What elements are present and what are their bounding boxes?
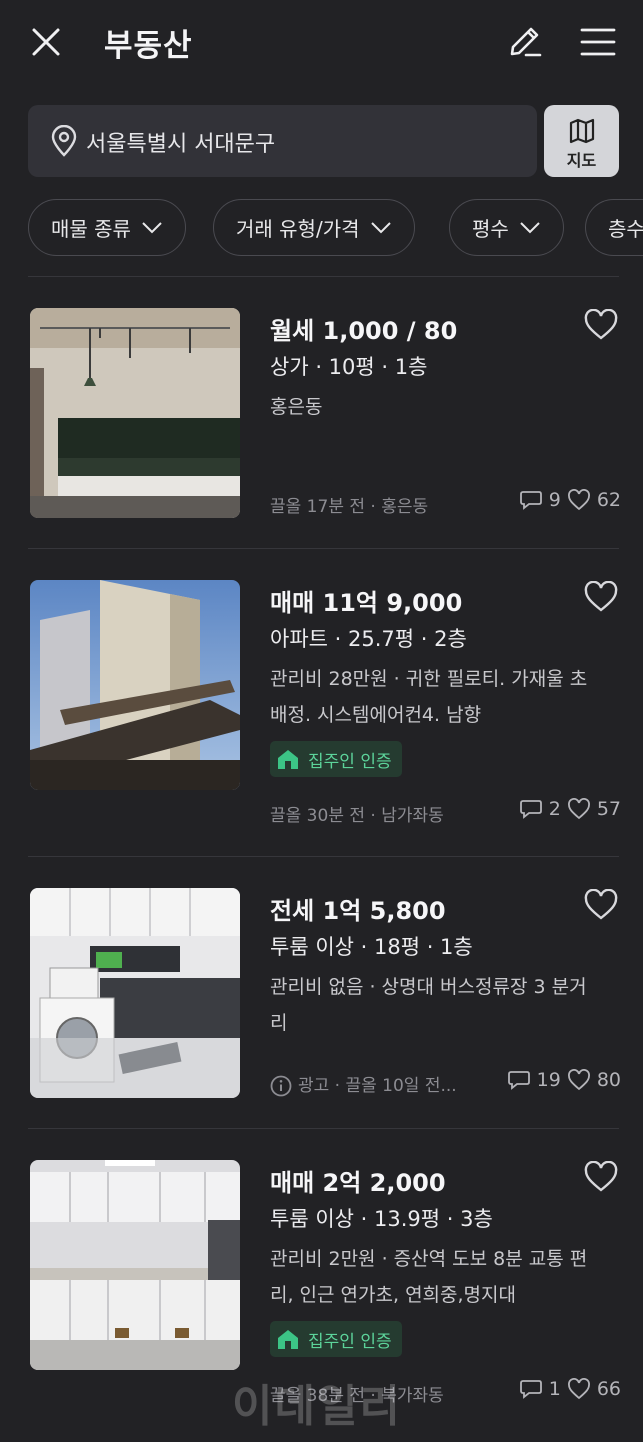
favorite-heart-icon[interactable] [583,309,619,341]
listing-desc: 관리비 2만원 · 증산역 도보 8분 교통 편리, 인근 연가초, 연희중,명… [270,1248,588,1306]
like-count: 57 [596,798,621,820]
heart-icon [567,1378,590,1400]
chat-icon [507,1071,530,1090]
chat-icon [519,1380,542,1399]
app-header: 부동산 [0,0,643,84]
filter-label: 거래 유형/가격 [236,217,360,241]
listing-stats: 1 66 [519,1378,621,1400]
favorite-heart-icon[interactable] [583,1161,619,1193]
listing-meta: 아파트 · 25.7평 · 2층 [270,627,467,651]
filter-area[interactable]: 평수 [449,199,564,256]
house-icon [278,750,298,769]
location-text: 서울특별시 서대문구 [86,132,276,157]
comment-count: 19 [536,1069,561,1091]
location-pin-icon [51,125,77,157]
listing-price: 매매 11억 9,000 [270,589,463,617]
divider [28,1128,619,1129]
house-icon [278,1330,298,1349]
chat-icon [519,800,542,819]
watermark: 이데일리 [232,1381,402,1432]
listing-footer: 끌올 17분 전 · 홍은동 [270,497,429,517]
like-count: 80 [596,1069,621,1091]
chevron-down-icon [370,221,391,233]
listing-stats: 19 80 [507,1069,621,1091]
listing-desc: 관리비 28만원 · 귀한 필로티. 가재울 초 배정. 시스템에어컨4. 남향 [270,668,588,726]
divider [28,276,619,277]
listing-meta: 투룸 이상 · 13.9평 · 3층 [270,1207,493,1231]
listing-photo [30,580,240,790]
chevron-down-icon [142,221,162,233]
heart-icon [567,489,590,511]
filter-floor[interactable]: 층수 [585,199,643,256]
listing-meta: 투룸 이상 · 18평 · 1층 [270,935,473,959]
chat-icon [519,491,542,510]
close-icon[interactable] [28,24,64,60]
favorite-heart-icon[interactable] [583,889,619,921]
listing-photo [30,888,240,1098]
comment-count: 9 [548,489,561,511]
listing-footer: 끌올 30분 전 · 남가좌동 [270,806,444,826]
listing-price: 전세 1억 5,800 [270,897,446,925]
listing-desc: 홍은동 [270,396,323,418]
favorite-heart-icon[interactable] [583,581,619,613]
menu-icon[interactable] [578,22,618,62]
listing-meta: 상가 · 10평 · 1층 [270,355,428,379]
map-label: 지도 [566,151,597,170]
owner-verified-badge: 집주인 인증 [270,1321,402,1357]
like-count: 66 [596,1378,621,1400]
owner-verified-badge: 집주인 인증 [270,741,402,777]
listing-photo [30,308,240,518]
badge-label: 집주인 인증 [308,751,392,772]
heart-icon [567,1069,590,1091]
chevron-down-icon [520,221,540,233]
filter-deal-type[interactable]: 거래 유형/가격 [213,199,415,256]
map-icon [569,118,595,144]
filter-label: 매물 종류 [51,217,131,241]
listing-footer: 광고 · 끌올 10일 전... [270,1071,457,1097]
map-button[interactable]: 지도 [544,105,619,177]
listing-stats: 9 62 [519,489,621,511]
listing-price: 매매 2억 2,000 [270,1169,446,1197]
filter-label: 평수 [472,217,509,241]
listing-stats: 2 57 [519,798,621,820]
divider [28,548,619,549]
divider [28,856,619,857]
badge-label: 집주인 인증 [308,1331,392,1352]
filter-property-type[interactable]: 매물 종류 [28,199,186,256]
like-count: 62 [596,489,621,511]
listing-price: 월세 1,000 / 80 [270,317,458,345]
comment-count: 1 [548,1378,561,1400]
listing-photo [30,1160,240,1370]
filter-label: 층수 [608,217,643,241]
heart-icon [567,798,590,820]
page-title: 부동산 [104,28,193,64]
footer-text: 광고 · 끌올 10일 전... [298,1076,457,1096]
location-search[interactable]: 서울특별시 서대문구 [28,105,537,177]
comment-count: 2 [548,798,561,820]
listing-desc: 관리비 없음 · 상명대 버스정류장 3 분거리 [270,976,587,1034]
edit-icon[interactable] [504,22,544,62]
info-icon[interactable] [270,1075,292,1097]
